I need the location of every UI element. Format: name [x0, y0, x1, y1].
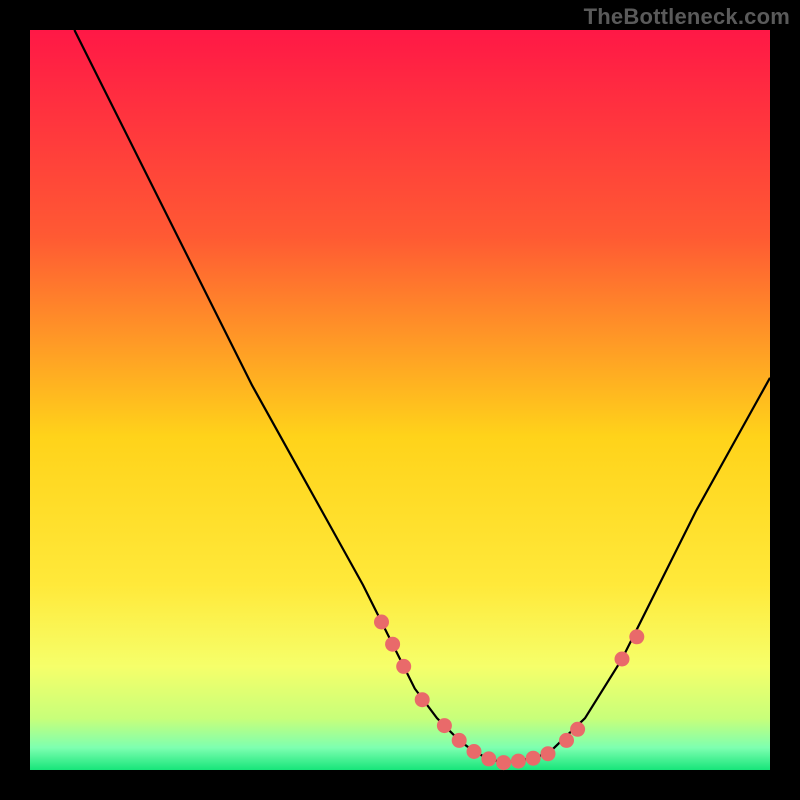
curve-marker [629, 629, 644, 644]
curve-marker [481, 751, 496, 766]
curve-marker [526, 751, 541, 766]
curve-marker [415, 692, 430, 707]
curve-marker [452, 733, 467, 748]
curve-marker [437, 718, 452, 733]
bottleneck-chart [0, 0, 800, 800]
curve-marker [559, 733, 574, 748]
curve-marker [396, 659, 411, 674]
curve-marker [570, 722, 585, 737]
curve-marker [615, 652, 630, 667]
curve-marker [467, 744, 482, 759]
curve-marker [511, 754, 526, 769]
curve-marker [374, 615, 389, 630]
watermark-text: TheBottleneck.com [584, 4, 790, 30]
chart-stage: TheBottleneck.com [0, 0, 800, 800]
curve-marker [496, 755, 511, 770]
curve-marker [385, 637, 400, 652]
curve-marker [541, 746, 556, 761]
